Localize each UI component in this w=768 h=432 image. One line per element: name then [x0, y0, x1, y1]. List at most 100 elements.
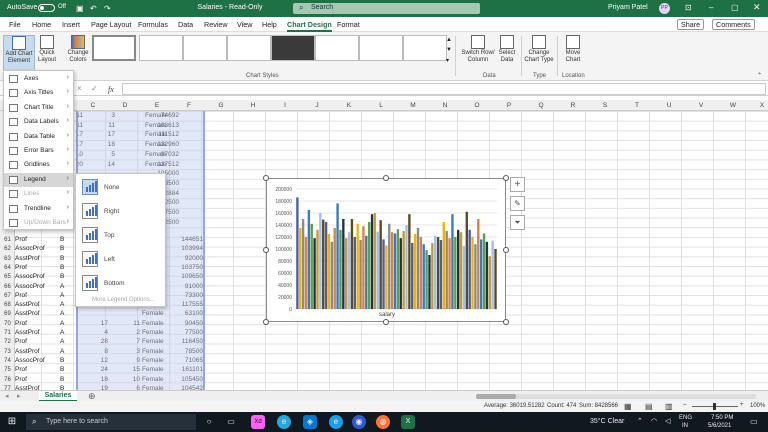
resize-handle[interactable] [263, 175, 269, 181]
change-colors-button[interactable]: Change Colors [65, 35, 91, 64]
bar[interactable] [362, 226, 365, 309]
menu-item-data-table[interactable]: Data Table › [4, 130, 73, 144]
tab-review[interactable]: Review [204, 20, 228, 29]
horizontal-scrollbar[interactable] [476, 394, 756, 399]
bar[interactable] [350, 219, 354, 309]
legend-option-right[interactable]: Right [80, 200, 162, 222]
chart-style-8[interactable] [403, 35, 447, 61]
more-legend-options[interactable]: More Legend Options... [92, 297, 155, 303]
bar[interactable] [416, 228, 420, 309]
bar[interactable] [445, 231, 448, 309]
insert-function-icon[interactable]: fx [108, 85, 114, 94]
menu-item-error-bars[interactable]: Error Bars › [4, 144, 73, 158]
column-header[interactable]: L [365, 102, 397, 109]
tab-help[interactable]: Help [262, 20, 277, 29]
volume-icon[interactable]: ◁ [665, 417, 670, 425]
chart-style-5[interactable] [271, 35, 315, 61]
column-header[interactable]: X [746, 102, 768, 109]
chart-style-4[interactable] [227, 35, 271, 61]
bar[interactable] [459, 232, 463, 309]
chart-style-6[interactable] [315, 35, 359, 61]
bar[interactable] [477, 219, 480, 309]
share-button[interactable]: Share [677, 19, 705, 30]
tab-insert[interactable]: Insert [62, 20, 80, 29]
tab-view[interactable]: View [237, 20, 252, 29]
tab-chart-design[interactable]: Chart Design [287, 20, 332, 32]
bar[interactable] [385, 245, 388, 309]
column-header[interactable]: Q [525, 102, 557, 109]
column-header[interactable]: M [397, 102, 429, 109]
bar[interactable] [330, 241, 334, 309]
clock-time[interactable]: 7:50 PM [711, 415, 733, 421]
bar[interactable] [428, 255, 431, 309]
chart-styles-brush-icon[interactable]: ✎ [510, 196, 525, 211]
chart-style-3[interactable] [183, 35, 227, 61]
redo-icon[interactable]: ↷ [104, 4, 111, 13]
weather-text[interactable]: 35°C Clear [590, 418, 624, 425]
change-chart-type-button[interactable]: Change Chart Type [524, 35, 554, 64]
column-header[interactable]: D [109, 102, 141, 109]
switch-row-column-button[interactable]: Switch Row/ Column [461, 35, 495, 64]
bar[interactable] [413, 234, 417, 309]
bar[interactable] [336, 203, 339, 309]
menu-item-trendline[interactable]: Trendline › [4, 202, 73, 216]
column-header[interactable]: O [461, 102, 493, 109]
search-box[interactable]: ⌕ Search [293, 3, 480, 14]
column-header[interactable]: E [141, 102, 173, 109]
column-header[interactable]: G [205, 102, 237, 109]
wifi-icon[interactable]: ◠ [651, 417, 657, 425]
legend-option-top[interactable]: Top [80, 224, 162, 246]
resize-handle[interactable] [503, 175, 509, 181]
legend-option-left[interactable]: Left [80, 248, 162, 270]
column-header[interactable]: P [493, 102, 525, 109]
bar[interactable] [448, 238, 451, 309]
zoom-slider[interactable] [692, 403, 738, 410]
bar[interactable] [296, 197, 299, 309]
resize-handle[interactable] [503, 247, 509, 253]
tab-format[interactable]: Format [337, 20, 360, 29]
bar[interactable] [359, 240, 362, 309]
autosave-toggle[interactable] [38, 4, 55, 12]
zoom-level[interactable]: 100% [750, 403, 765, 409]
bar[interactable] [491, 240, 494, 309]
column-header[interactable]: V [685, 102, 717, 109]
bar[interactable] [451, 214, 454, 309]
store-icon[interactable]: ◈ [303, 415, 317, 429]
bar[interactable] [465, 211, 468, 309]
resize-handle[interactable] [263, 247, 269, 253]
maximize-icon[interactable]: ▢ [731, 3, 739, 12]
legend-option-bottom[interactable]: Bottom [80, 272, 162, 294]
tab-formulas[interactable]: Formulas [138, 20, 168, 29]
bar[interactable] [356, 223, 359, 309]
bar[interactable] [310, 223, 313, 309]
save-icon[interactable]: ▣ [76, 4, 84, 13]
bar[interactable] [304, 237, 308, 309]
windows-start-icon[interactable]: ⊞ [5, 415, 19, 429]
edge-icon[interactable]: e [277, 415, 291, 429]
bar[interactable] [402, 231, 405, 309]
menu-item-axis-titles[interactable]: Axis Titles › [4, 86, 73, 100]
bar[interactable] [474, 244, 477, 309]
styles-scroll-up-icon[interactable]: ▲ [446, 37, 452, 43]
bar[interactable] [345, 238, 348, 309]
chart-elements-plus-icon[interactable]: + [510, 177, 525, 192]
bar[interactable] [442, 222, 446, 309]
bar[interactable] [488, 256, 491, 309]
resize-handle[interactable] [383, 319, 389, 325]
next-sheet-icon[interactable]: ▸ [17, 392, 21, 400]
add-chart-element-button[interactable]: Add Chart Element [3, 35, 35, 71]
bar[interactable] [313, 238, 316, 309]
bar[interactable] [365, 235, 368, 309]
menu-item-chart-title[interactable]: Chart Title › [4, 101, 73, 115]
resize-handle[interactable] [383, 175, 389, 181]
bar[interactable] [299, 228, 302, 309]
bar[interactable] [405, 225, 408, 309]
normal-view-icon[interactable]: ▦ [624, 402, 632, 411]
column-header[interactable]: S [589, 102, 621, 109]
bar[interactable] [457, 229, 460, 309]
chart-style-1[interactable] [92, 35, 136, 61]
firefox-icon[interactable]: ◍ [376, 415, 390, 429]
cancel-icon[interactable]: × [77, 84, 82, 93]
styles-scroll-down-icon[interactable]: ▼ [446, 47, 452, 53]
column-header[interactable]: I [269, 102, 301, 109]
